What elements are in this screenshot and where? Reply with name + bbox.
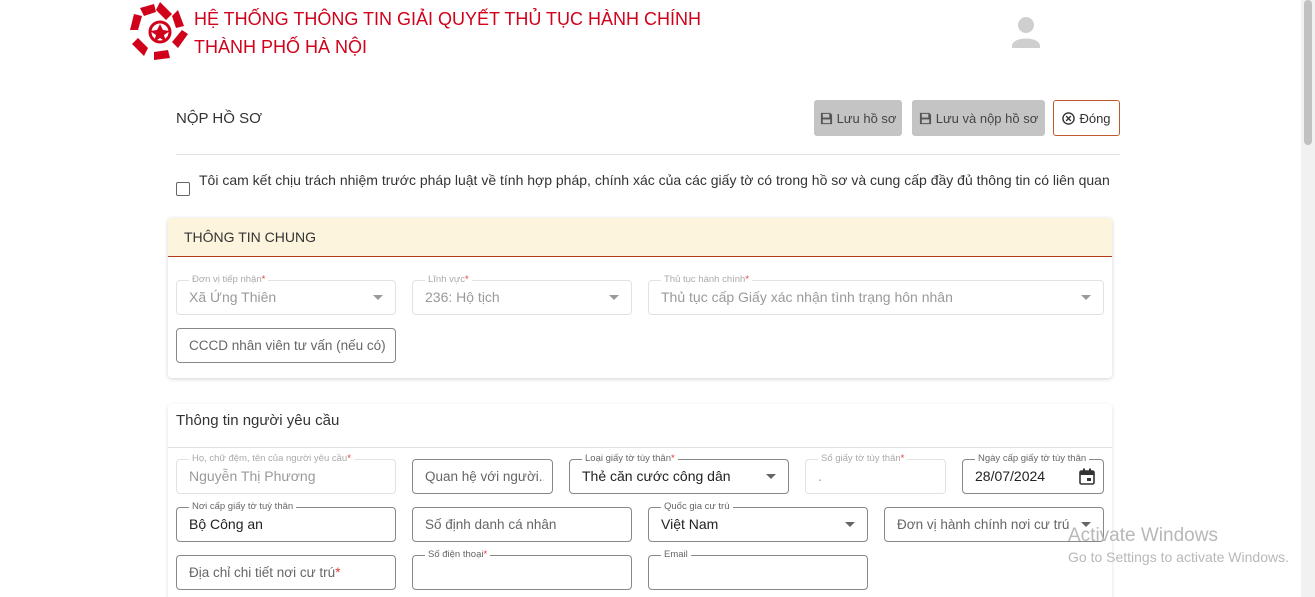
id-type-select[interactable]: Loại giấy tờ tùy thân* Thẻ căn cước công… xyxy=(569,453,789,494)
divider xyxy=(176,154,1120,155)
id-number-value: . xyxy=(818,468,822,484)
chevron-down-icon xyxy=(1081,295,1091,300)
relationship-placeholder: Quan hệ với người... xyxy=(425,469,544,484)
id-number-label: Số giấy tờ tùy thân xyxy=(821,453,901,464)
close-button[interactable]: Đóng xyxy=(1053,100,1120,136)
activate-windows-title: Activate Windows xyxy=(1068,525,1218,546)
id-type-label: Loại giấy tờ tùy thân xyxy=(585,453,671,464)
divider xyxy=(168,447,1112,448)
activate-windows-subtitle: Go to Settings to activate Windows. xyxy=(1068,549,1289,565)
receiving-unit-select[interactable]: Đơn vị tiếp nhận* Xã Ứng Thiên xyxy=(176,274,396,315)
close-button-label: Đóng xyxy=(1079,110,1111,126)
procedure-value: Thủ tục cấp Giấy xác nhận tình trạng hôn… xyxy=(661,289,953,305)
country-select[interactable]: Quốc gia cư trú Việt Nam xyxy=(648,501,868,542)
consultant-id-placeholder: CCCD nhân viên tư vấn (nếu có) xyxy=(189,338,386,353)
commitment-checkbox[interactable] xyxy=(176,182,190,196)
address-input[interactable]: Địa chỉ chi tiết nơi cư trú* xyxy=(176,555,396,590)
relationship-input[interactable]: Quan hệ với người... xyxy=(412,459,553,494)
procedure-select[interactable]: Thủ tục hành chính* Thủ tục cấp Giấy xác… xyxy=(648,274,1104,315)
chevron-down-icon xyxy=(609,295,619,300)
floppy-disk-icon xyxy=(820,112,832,124)
user-avatar-icon[interactable] xyxy=(1012,16,1040,48)
save-and-submit-button-label: Lưu và nộp hồ sơ xyxy=(935,110,1039,126)
requester-title: Thông tin người yêu cầu xyxy=(176,412,340,429)
general-info-header: THÔNG TIN CHUNG xyxy=(168,218,1112,257)
address-placeholder: Địa chỉ chi tiết nơi cư trú xyxy=(189,565,336,580)
personal-id-placeholder: Số định danh cá nhân xyxy=(425,517,557,532)
id-type-value: Thẻ căn cước công dân xyxy=(582,468,731,484)
personal-id-input[interactable]: Số định danh cá nhân xyxy=(412,507,632,542)
phone-input[interactable]: Số điện thoại* xyxy=(412,549,632,590)
chevron-down-icon xyxy=(766,474,776,479)
full-name-label: Họ, chữ đệm, tên của người yêu cầu xyxy=(192,453,348,464)
chevron-down-icon xyxy=(373,295,383,300)
consultant-id-input[interactable]: CCCD nhân viên tư vấn (nếu có) xyxy=(176,328,396,363)
receiving-unit-value: Xã Ứng Thiên xyxy=(189,289,277,305)
field-area-value: 236: Hộ tịch xyxy=(425,289,500,305)
full-name-value: Nguyễn Thị Phương xyxy=(189,468,316,484)
country-value: Việt Nam xyxy=(661,516,719,532)
email-label: Email xyxy=(661,549,691,560)
system-title: HỆ THỐNG THÔNG TIN GIẢI QUYẾT THỦ TỤC HÀ… xyxy=(194,5,701,61)
issue-place-input[interactable]: Nơi cấp giấy tờ tuỳ thân Bộ Công an xyxy=(176,501,396,542)
chevron-down-icon xyxy=(845,522,855,527)
system-title-line1: HỆ THỐNG THÔNG TIN GIẢI QUYẾT THỦ TỤC HÀ… xyxy=(194,9,702,29)
hanoi-logo-icon xyxy=(130,2,188,60)
general-info-title: THÔNG TIN CHUNG xyxy=(184,229,316,245)
country-label: Quốc gia cư trú xyxy=(661,501,733,512)
calendar-icon[interactable] xyxy=(1079,468,1095,485)
save-and-submit-button[interactable]: Lưu và nộp hồ sơ xyxy=(912,100,1045,136)
id-number-input[interactable]: Số giấy tờ tùy thân* . xyxy=(805,453,946,494)
issue-date-value: 28/07/2024 xyxy=(975,468,1046,484)
floppy-disk-icon xyxy=(919,112,931,124)
field-area-label: Lĩnh vực xyxy=(428,274,465,285)
save-button-label: Lưu hồ sơ xyxy=(836,110,897,126)
full-name-input[interactable]: Họ, chữ đệm, tên của người yêu cầu* Nguy… xyxy=(176,453,396,494)
issue-date-input[interactable]: Ngày cấp giấy tờ tùy thân 28/07/2024 xyxy=(962,453,1104,494)
issue-place-label: Nơi cấp giấy tờ tuỳ thân xyxy=(189,501,297,512)
receiving-unit-label: Đơn vị tiếp nhận xyxy=(192,274,262,285)
issue-date-label: Ngày cấp giấy tờ tùy thân xyxy=(975,453,1090,464)
email-input[interactable]: Email xyxy=(648,549,868,590)
page-scrollbar[interactable] xyxy=(1301,0,1315,597)
phone-label: Số điện thoại xyxy=(428,549,484,560)
page-title: NỘP HỒ SƠ xyxy=(176,110,262,127)
system-title-line2: THÀNH PHỐ HÀ NỘI xyxy=(194,37,368,57)
admin-unit-placeholder: Đơn vị hành chính nơi cư trú xyxy=(897,517,1070,532)
save-button[interactable]: Lưu hồ sơ xyxy=(814,100,902,136)
page: HỆ THỐNG THÔNG TIN GIẢI QUYẾT THỦ TỤC HÀ… xyxy=(0,0,1315,597)
issue-place-value: Bộ Công an xyxy=(189,516,263,532)
close-circle-icon xyxy=(1062,111,1076,125)
field-area-select[interactable]: Lĩnh vực* 236: Hộ tịch xyxy=(412,274,632,315)
scrollbar-thumb[interactable] xyxy=(1304,0,1312,145)
procedure-label: Thủ tục hành chính xyxy=(664,274,746,285)
commitment-text: Tôi cam kết chịu trách nhiệm trước pháp … xyxy=(199,172,1110,188)
